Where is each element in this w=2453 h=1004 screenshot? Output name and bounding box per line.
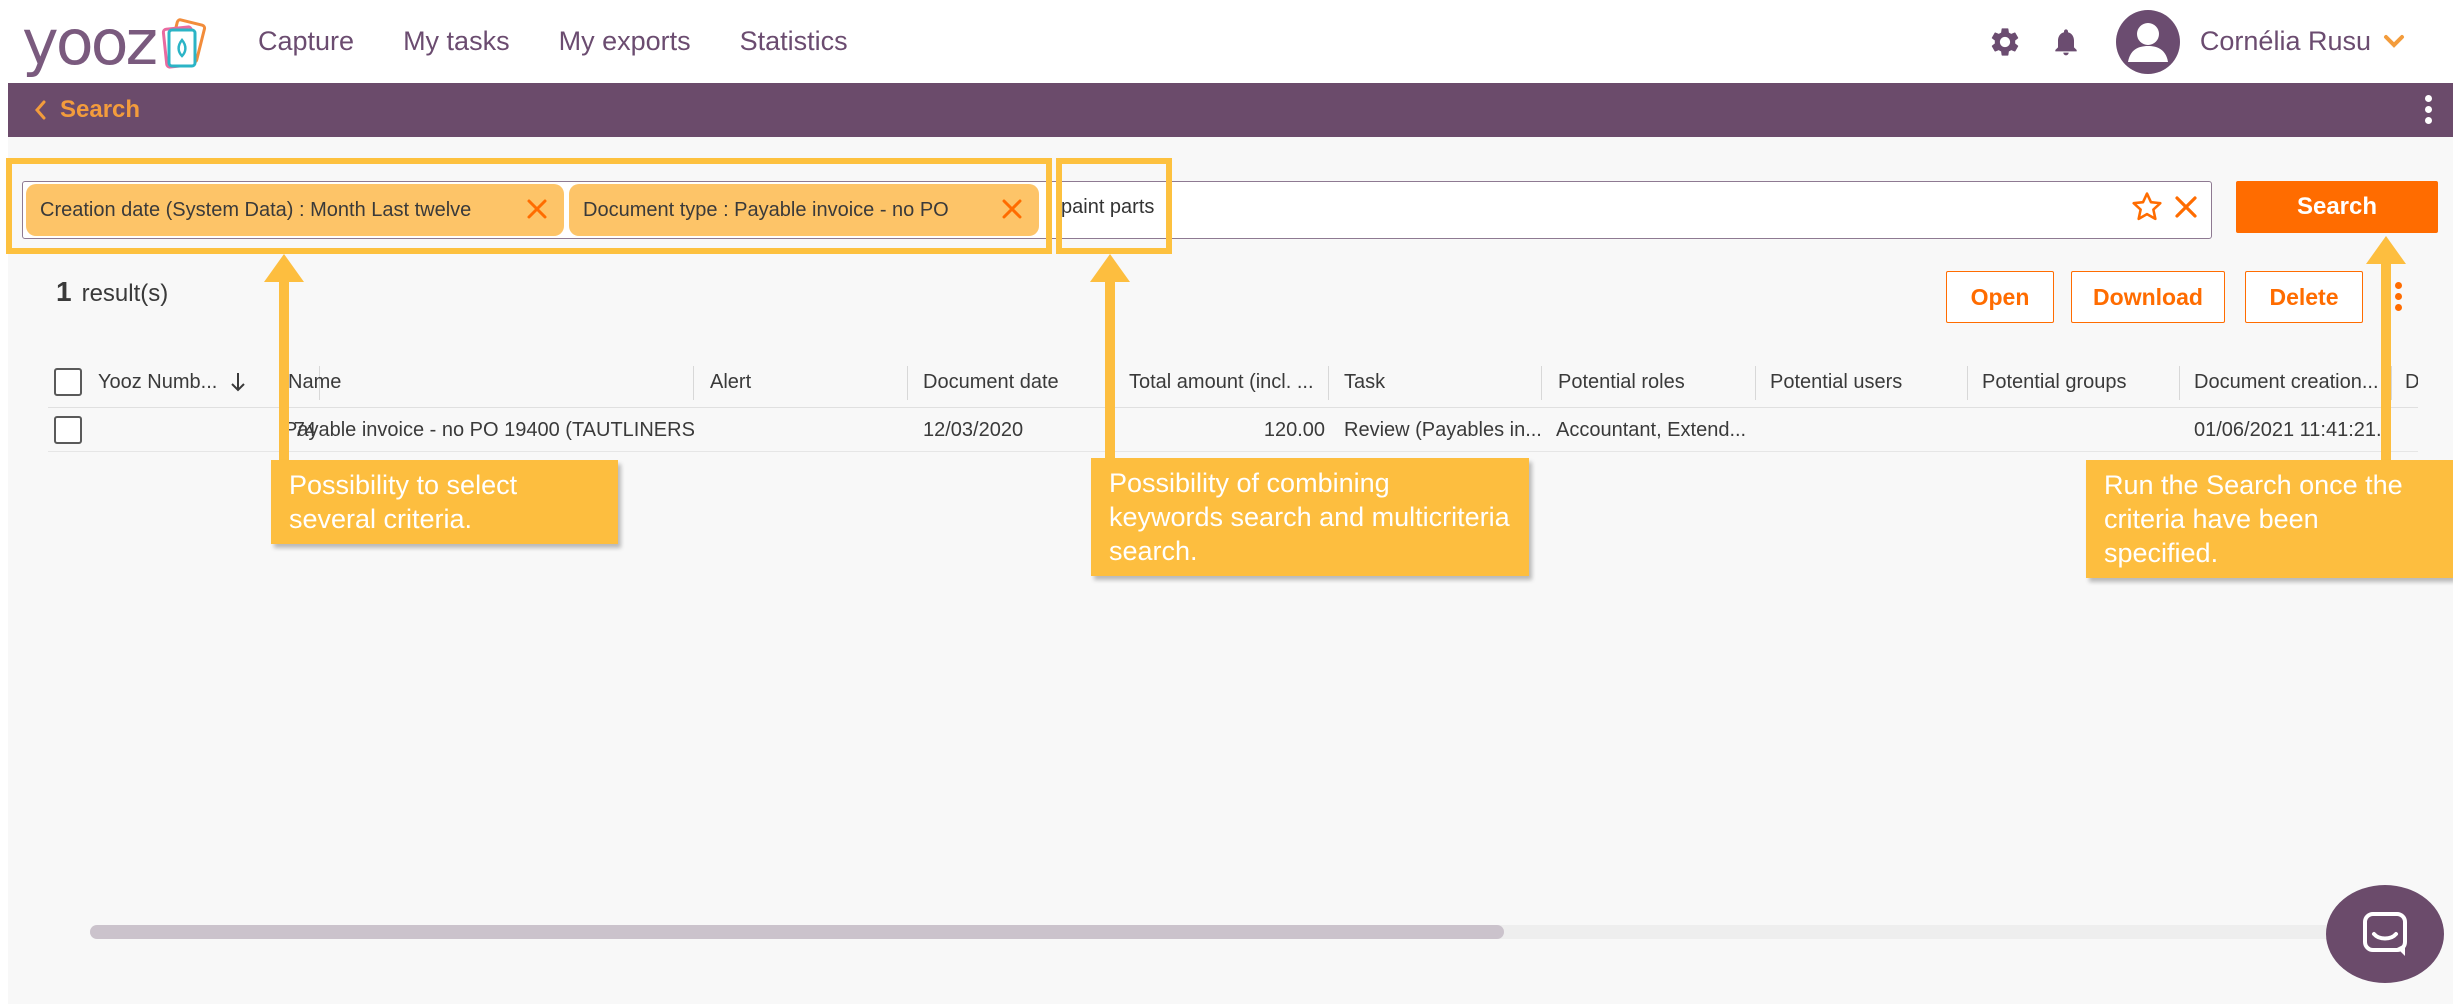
cell-potential-roles: Accountant, Extend... [1556,418,1747,441]
cell-alert [710,408,908,452]
cell-name: Payable invoice - no PO 19400 (TAUTLINER… [284,418,694,441]
column-potential-groups[interactable]: Potential groups [1982,356,2180,408]
column-potential-roles[interactable]: Potential roles [1558,356,1756,408]
annotation-keywords: Possibility of combining keywords search… [1091,458,1529,576]
user-name[interactable]: Cornélia Rusu [2200,26,2371,57]
bell-icon[interactable] [2050,25,2082,59]
search-page-bar: Search [8,83,2453,137]
search-button[interactable]: Search [2236,181,2438,233]
column-document-creation[interactable]: Document creation... [2194,356,2392,408]
column-alert[interactable]: Alert [710,356,908,408]
clear-icon[interactable] [2172,193,2200,221]
results-label: result(s) [81,280,169,307]
star-icon[interactable] [2130,190,2164,224]
nav-my-tasks[interactable]: My tasks [403,26,510,57]
arrow-down-icon [231,373,246,392]
gear-icon[interactable] [1988,25,2022,59]
cell-total-amount: 120.00 [1263,418,1325,441]
column-potential-users[interactable]: Potential users [1770,356,1968,408]
chat-icon [2363,912,2407,956]
more-options-icon[interactable] [2423,95,2433,125]
user-silhouette-icon [2127,22,2168,62]
keyword-highlight-frame [1056,158,1172,254]
column-total-amount[interactable]: Total amount (incl. ... [1129,356,1329,408]
horizontal-scrollbar-thumb[interactable] [90,925,1504,939]
select-all-checkbox[interactable] [54,368,82,396]
results-number: 1 [56,276,72,307]
chevron-left-icon [35,100,46,120]
download-button[interactable]: Download [2071,271,2225,323]
logo-cards-icon [161,18,207,69]
column-name[interactable]: Name [288,356,694,408]
cell-potential-groups [1982,408,2178,452]
main-nav: Capture My tasks My exports Statistics [258,0,897,83]
cell-document-date: 12/03/2020 [923,418,1024,441]
arrow-up-icon [2366,236,2406,464]
column-task[interactable]: Task [1344,356,1542,408]
top-header: yooz Capture My tasks My exports Statist… [0,0,2453,83]
row-checkbox[interactable] [54,416,82,444]
delete-button[interactable]: Delete [2245,271,2363,323]
chat-button[interactable] [2326,885,2444,983]
results-table-header: Yooz Numb... Name Alert Document date To… [48,356,2418,408]
back-to-search-link[interactable]: Search [34,83,140,137]
chevron-down-icon[interactable] [2383,34,2405,50]
header-user-area: Cornélia Rusu [1988,0,2405,83]
nav-statistics[interactable]: Statistics [740,26,848,57]
logo-text: yooz [22,6,158,79]
criteria-highlight-frame [6,158,1052,254]
arrow-up-icon [264,254,304,464]
yooz-logo[interactable]: yooz [22,10,209,76]
column-document-date[interactable]: Document date [923,356,1113,408]
avatar[interactable] [2115,9,2180,74]
back-label: Search [60,96,141,123]
annotation-criteria: Possibility to select several criteria. [271,460,618,544]
arrow-up-icon [1090,254,1130,464]
nav-my-exports[interactable]: My exports [559,26,691,57]
cell-potential-users [1770,408,1966,452]
annotation-run-search: Run the Search once the criteria have be… [2086,460,2453,578]
open-button[interactable]: Open [1946,271,2054,323]
nav-capture[interactable]: Capture [258,26,354,57]
table-row[interactable]: 74 Payable invoice - no PO 19400 (TAUTLI… [48,408,2418,452]
cell-task: Review (Payables in... [1344,418,1540,441]
results-count: 1 result(s) [56,276,168,308]
